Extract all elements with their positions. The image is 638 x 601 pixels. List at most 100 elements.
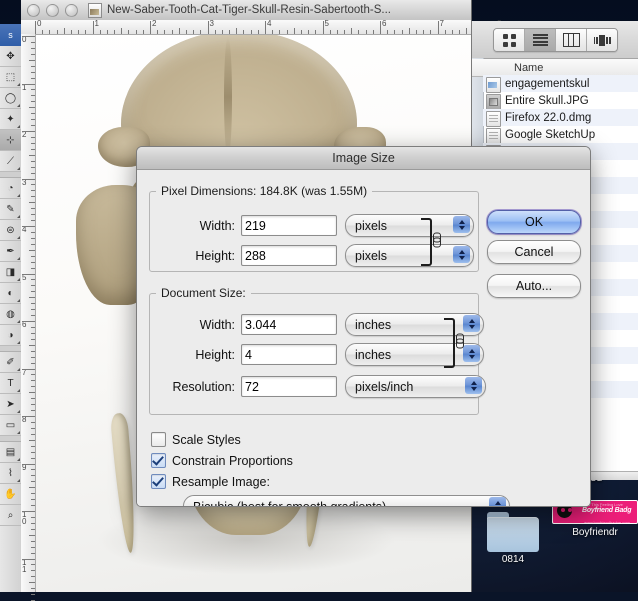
tool-brush-tool[interactable]: ✎ (0, 199, 21, 220)
dialog-title-bar[interactable]: Image Size (137, 147, 590, 170)
vertical-ruler[interactable]: 0 1 2 3 4 5 6 7 8 9 10 11 (21, 34, 36, 601)
desktop-icon-label: 0814 (501, 554, 525, 565)
ruler-tick (31, 386, 35, 388)
file-list-row[interactable]: Google SketchUp (483, 126, 638, 144)
checkbox-checked-icon[interactable] (151, 474, 166, 489)
ruler-tick (31, 220, 35, 222)
zoom-button[interactable] (65, 3, 78, 17)
tool-lasso-tool[interactable]: ◯ (0, 88, 21, 109)
ruler-tick (31, 41, 35, 43)
window-title-bar[interactable]: New-Saber-Tooth-Cat-Tiger-Skull-Resin-Sa… (21, 0, 471, 21)
file-name-label: Entire Skull.JPG (505, 94, 589, 107)
tool-path-selection-tool[interactable]: ➤ (0, 394, 21, 415)
tool-slice-tool[interactable]: ⟋ (0, 151, 21, 172)
tool-type-tool[interactable]: T (0, 373, 21, 394)
tool-notes-tool[interactable]: ▤ (0, 442, 21, 463)
tool-zoom-tool[interactable]: ⌕ (0, 505, 21, 526)
ruler-tick (150, 21, 151, 34)
close-button[interactable] (27, 3, 40, 17)
doc-width-input[interactable] (241, 314, 337, 335)
resample-method-dropdown[interactable]: Bicubic (best for smooth gradients) (183, 495, 510, 506)
ruler-tick (135, 30, 137, 34)
column-view-button[interactable] (556, 29, 587, 51)
ruler-tick (31, 279, 35, 281)
tool-crop-tool[interactable]: ⊹ (0, 130, 21, 151)
ruler-tick (31, 142, 35, 144)
pixel-width-input[interactable] (241, 215, 337, 236)
tool-move-tool[interactable]: ✥ (0, 46, 21, 67)
tool-shape-tool[interactable]: ▭ (0, 415, 21, 436)
desktop-icon-folder[interactable]: 0814 (470, 512, 556, 565)
pixel-height-label: Height: (195, 248, 235, 263)
ok-button[interactable]: OK (487, 210, 581, 234)
resample-image-checkbox[interactable]: Resample Image: (151, 474, 270, 489)
tool-eyedropper-tool[interactable]: ⌇ (0, 463, 21, 484)
ruler-tick (22, 463, 35, 465)
icon-view-button[interactable] (494, 29, 525, 51)
file-list-row[interactable]: Firefox 22.0.dmg (483, 109, 638, 127)
ruler-tick (31, 493, 35, 495)
stepper-arrows-icon[interactable] (489, 497, 506, 506)
ruler-tick (31, 398, 35, 400)
ruler-tick (408, 28, 410, 34)
minimize-button[interactable] (46, 3, 59, 17)
file-list-row[interactable]: Entire Skull.JPG (483, 92, 638, 110)
cancel-button[interactable]: Cancel (487, 240, 581, 264)
ruler-tick (358, 30, 360, 34)
checkbox-box-icon[interactable] (151, 432, 166, 447)
ruler-tick (99, 30, 101, 34)
doc-height-unit-value: inches (355, 347, 392, 362)
tool-gradient-tool[interactable]: ◐ (0, 283, 21, 304)
ruler-v-label: 0 (22, 35, 27, 44)
file-list-row[interactable]: engagementskul (483, 75, 638, 93)
stepper-arrows-icon[interactable] (453, 216, 470, 233)
tool-eraser-tool[interactable]: ◨ (0, 262, 21, 283)
ruler-tick (31, 89, 35, 91)
tool-hand-tool[interactable]: ✋ (0, 484, 21, 505)
ruler-tick (31, 136, 35, 138)
tool-blur-tool[interactable]: ◍ (0, 304, 21, 325)
tool-history-brush-tool[interactable]: ✒ (0, 241, 21, 262)
doc-resolution-unit-dropdown[interactable]: pixels/inch (345, 375, 486, 398)
ruler-h-label: 2 (152, 19, 157, 28)
ruler-tick (401, 30, 403, 34)
ruler-tick (394, 30, 396, 34)
auto-button[interactable]: Auto... (487, 274, 581, 298)
doc-resolution-input[interactable] (241, 376, 337, 397)
pixel-width-unit-dropdown[interactable]: pixels (345, 214, 474, 237)
horizontal-ruler[interactable]: 012345678 (21, 19, 547, 35)
tool-pen-tool[interactable]: ✐ (0, 352, 21, 373)
ruler-tick (92, 21, 94, 34)
doc-width-label: Width: (199, 317, 235, 332)
photoshop-tool-palette[interactable]: ✥ ⬚ ◯ ✦ ⊹ ⟋ ◔ ✎ ⊜ ✒ ◨ ◐ ◍ ◑ ✐ T ➤ ▭ ▤ ⌇ … (0, 46, 22, 592)
tool-dodge-tool[interactable]: ◑ (0, 325, 21, 346)
checkbox-checked-icon[interactable] (151, 453, 166, 468)
tool-clone-stamp-tool[interactable]: ⊜ (0, 220, 21, 241)
tool-marquee-tool[interactable]: ⬚ (0, 67, 21, 88)
view-mode-segmented-control[interactable] (493, 28, 618, 52)
ruler-tick (31, 285, 35, 287)
ruler-tick (29, 202, 35, 204)
ruler-tick (142, 30, 144, 34)
ruler-tick (322, 21, 324, 34)
tool-healing-brush-tool[interactable]: ◔ (0, 178, 21, 199)
scale-styles-checkbox[interactable]: Scale Styles (151, 432, 241, 447)
pixel-height-input[interactable] (241, 245, 337, 266)
cover-flow-view-button[interactable] (587, 29, 617, 51)
constrain-proportions-checkbox[interactable]: Constrain Proportions (151, 453, 293, 468)
ruler-tick (31, 552, 35, 554)
ruler-tick (29, 439, 35, 441)
ruler-tick (22, 131, 35, 132)
stepper-arrows-icon[interactable] (465, 377, 482, 394)
ruler-tick (31, 522, 35, 524)
document-proxy-icon[interactable] (88, 2, 102, 18)
ruler-tick (29, 154, 35, 156)
doc-height-input[interactable] (241, 344, 337, 365)
pixel-height-unit-dropdown[interactable]: pixels (345, 244, 474, 267)
stepper-arrows-icon[interactable] (453, 246, 470, 263)
list-view-button[interactable] (525, 29, 556, 51)
ok-button-label: OK (524, 215, 544, 229)
tool-magic-wand-tool[interactable]: ✦ (0, 109, 21, 130)
photoshop-panel-tab[interactable]: s (0, 24, 21, 46)
ruler-tick (49, 30, 51, 34)
